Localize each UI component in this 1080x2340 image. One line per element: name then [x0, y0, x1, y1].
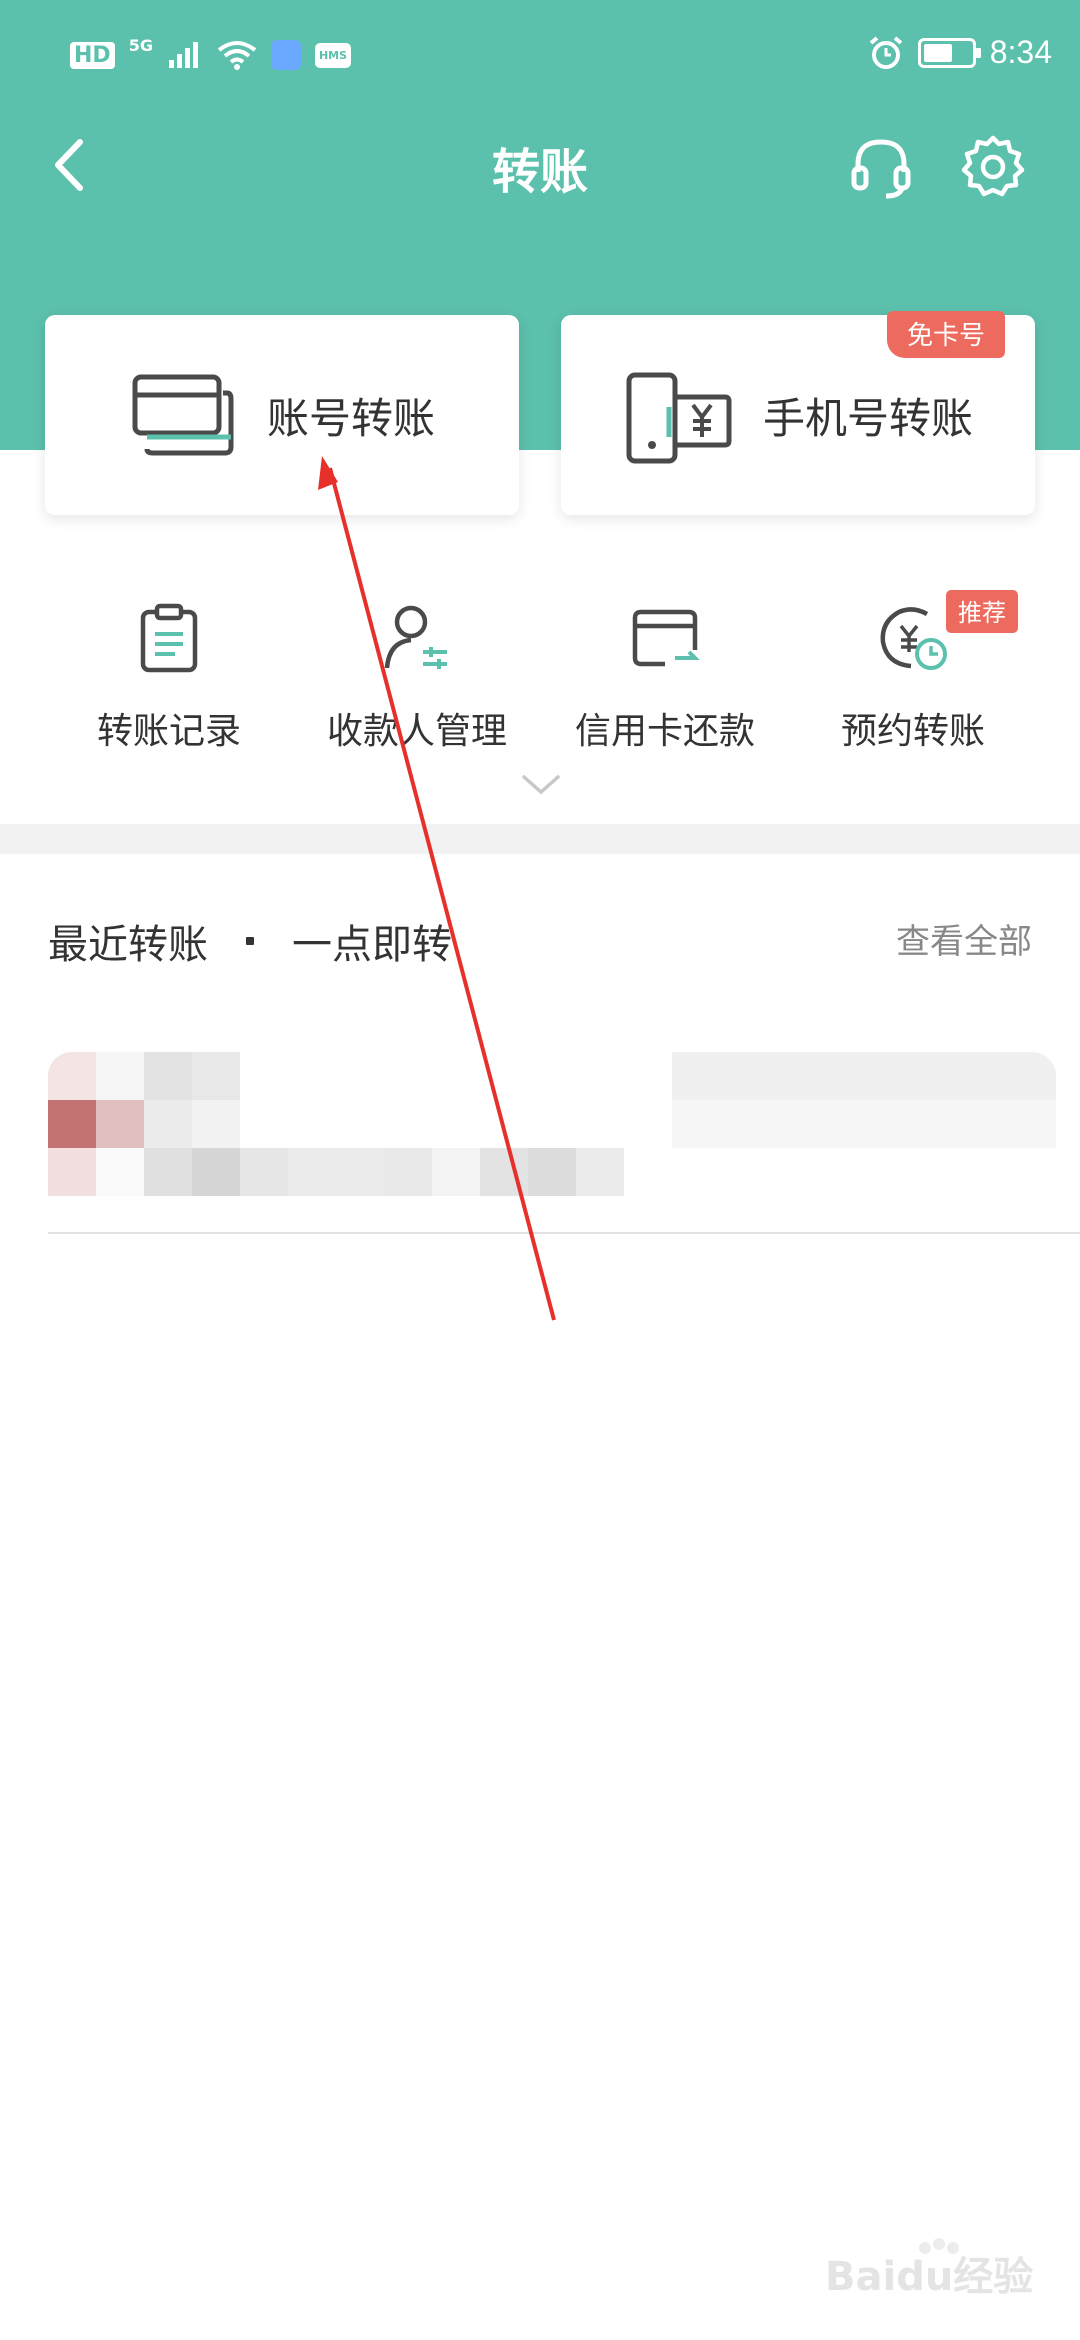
mosaic-block [96, 1100, 144, 1148]
credit-card-icon [632, 609, 700, 667]
clock-time: 8:34 [989, 34, 1052, 70]
account-transfer-card[interactable]: 账号转账 [45, 315, 519, 515]
phone-transfer-label: 手机号转账 [763, 394, 974, 443]
mosaic-block [48, 1052, 96, 1100]
mosaic-block [96, 1052, 144, 1100]
recent-transfers-title: 最近转账 [48, 922, 208, 968]
battery-level [923, 43, 952, 62]
phone-transfer-card[interactable]: 免卡号 手机号转账 [561, 311, 1035, 515]
baidu-watermark: Baidu经验 [825, 2238, 1035, 2300]
recommend-badge: 推荐 [946, 590, 1018, 633]
credit-card-repayment-label: 信用卡还款 [574, 711, 755, 752]
bank-card-icon [132, 374, 234, 456]
payee-manage-icon [384, 605, 447, 669]
payee-management-label: 收款人管理 [326, 711, 507, 752]
mosaic-block [240, 1148, 288, 1196]
chevron-down-icon[interactable] [520, 772, 562, 798]
app-notification-icon [270, 40, 301, 70]
battery-icon [917, 37, 981, 68]
baidu-paw-icon: Baidu经验 [825, 2238, 1033, 2300]
title-separator-dot [246, 937, 254, 945]
transfer-records-item[interactable]: 转账记录 [34, 590, 304, 760]
scheduled-transfer-item[interactable]: 推荐 预约转账 [778, 590, 1048, 760]
row-separator [48, 1232, 1080, 1234]
account-transfer-label: 账号转账 [267, 394, 436, 443]
hms-icon: HMS [314, 42, 352, 68]
mosaic-block [288, 1148, 336, 1196]
recent-transfer-item[interactable] [0, 1052, 1080, 1236]
status-bar: HD 5G HMS 8:34 [0, 30, 1080, 94]
mosaic-block [576, 1148, 624, 1196]
recent-transfers-subtitle: 一点即转 [292, 922, 452, 968]
status-right: 8:34 [868, 34, 1052, 71]
credit-card-repayment-item[interactable]: 信用卡还款 [530, 590, 800, 760]
scheduled-transfer-label: 预约转账 [840, 711, 985, 752]
wifi-icon [217, 41, 257, 70]
recent-transfers-heading: 最近转账 一点即转 [48, 912, 452, 970]
view-all-link[interactable]: 查看全部 [896, 914, 1032, 963]
no-card-badge: 免卡号 [886, 311, 1005, 358]
mosaic-block [96, 1148, 144, 1196]
nav-bar: 转账 [0, 110, 1080, 220]
mosaic-block [192, 1100, 240, 1148]
mosaic-block [144, 1100, 192, 1148]
status-left: HD 5G HMS [70, 36, 352, 70]
mosaic-block [48, 1100, 96, 1148]
mosaic-block [432, 1148, 480, 1196]
transfer-records-label: 转账记录 [96, 711, 241, 752]
section-divider [0, 824, 1080, 854]
watermark-text: Baidu经验 [825, 2254, 1033, 2298]
mosaic-block [192, 1052, 240, 1100]
yuan-clock-icon [880, 607, 947, 670]
mosaic-block [384, 1148, 432, 1196]
headset-icon[interactable] [846, 132, 916, 202]
mosaic-block [672, 1052, 1056, 1100]
hd-indicator: HD [70, 41, 115, 69]
mosaic-block [192, 1148, 240, 1196]
phone-yuan-icon [626, 372, 732, 464]
payee-management-item[interactable]: 收款人管理 [282, 590, 552, 760]
mosaic-block [480, 1148, 528, 1196]
mosaic-block [144, 1148, 192, 1196]
clipboard-icon [140, 603, 198, 673]
quick-actions: 转账记录 收款人管理 信用卡还款 推荐 预约转账 [0, 590, 1080, 760]
signal-icon [168, 42, 198, 68]
mosaic-block [336, 1148, 384, 1196]
network-type: 5G [128, 35, 153, 55]
mosaic-block [48, 1148, 96, 1196]
mosaic-block [672, 1100, 1056, 1148]
mosaic-block [144, 1052, 192, 1100]
mosaic-block [528, 1148, 576, 1196]
gear-icon[interactable] [958, 132, 1028, 202]
page-title: 转账 [491, 144, 588, 200]
alarm-icon [869, 35, 902, 69]
